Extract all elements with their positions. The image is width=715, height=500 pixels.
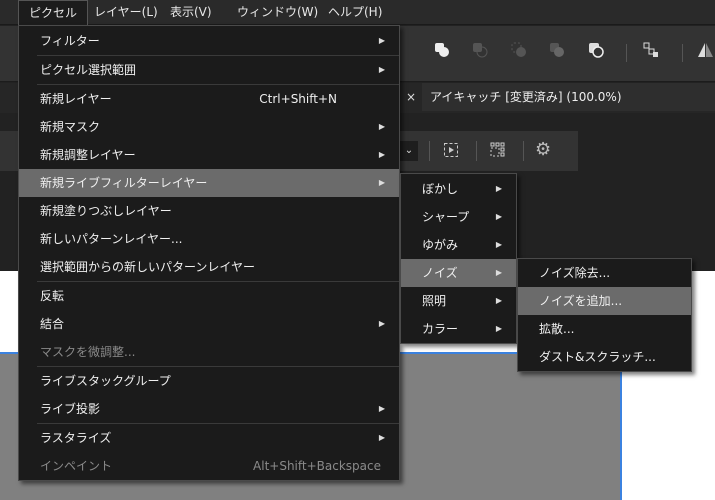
label: 結合	[40, 317, 65, 331]
menu-item-rasterize[interactable]: ラスタライズ ▶	[19, 424, 399, 452]
menu-item-denoise[interactable]: ノイズ除去...	[518, 259, 691, 287]
label: ノイズ	[422, 266, 458, 280]
menu-item-noise[interactable]: ノイズ ▶	[401, 259, 516, 287]
label: 新規塗りつぶしレイヤー	[40, 204, 172, 218]
boolean-add-icon[interactable]	[434, 42, 450, 58]
menu-item-blur[interactable]: ぼかし ▶	[401, 175, 516, 203]
menu-item-color[interactable]: カラー ▶	[401, 315, 516, 343]
menu-item-new-fill-layer[interactable]: 新規塗りつぶしレイヤー	[19, 197, 399, 225]
menu-window[interactable]: ウィンドウ(W)	[227, 0, 328, 25]
submenu-arrow-icon: ▶	[378, 65, 385, 74]
menu-view[interactable]: 表示(V)	[160, 0, 222, 25]
menu-item-lighting[interactable]: 照明 ▶	[401, 287, 516, 315]
menu-item-merge[interactable]: 結合 ▶	[19, 310, 399, 338]
menu-item-new-adjustment-layer[interactable]: 新規調整レイヤー ▶	[19, 141, 399, 169]
shortcut: Ctrl+Shift+N	[259, 92, 337, 106]
menu-pixel[interactable]: ピクセル	[18, 0, 89, 25]
menu-bar: ピクセル レイヤー(L) 表示(V) ウィンドウ(W) ヘルプ(H)	[0, 0, 715, 25]
label: ノイズを追加...	[539, 294, 623, 308]
submenu-arrow-icon: ▶	[378, 404, 385, 413]
dropdown-chevron-icon[interactable]: ⌄	[400, 141, 418, 161]
label: フィルター	[40, 34, 100, 48]
label: 新規調整レイヤー	[40, 148, 136, 162]
label: 新規ライブフィルターレイヤー	[40, 176, 208, 190]
label: ライブ投影	[40, 402, 101, 416]
menu-item-live-stack-group[interactable]: ライブスタックグループ	[19, 367, 399, 395]
transform-icon[interactable]	[443, 142, 459, 158]
menu-item-refine-mask: マスクを微調整...	[19, 338, 399, 366]
label: 新規レイヤー	[40, 92, 112, 106]
noise-submenu: ノイズ除去... ノイズを追加... 拡散... ダスト&スクラッチ...	[517, 258, 692, 372]
label: 照明	[422, 294, 447, 308]
submenu-arrow-icon: ▶	[378, 433, 385, 442]
pixel-menu: フィルター ▶ ピクセル選択範囲 ▶ 新規レイヤー Ctrl+Shift+N 新規マス…	[18, 25, 400, 481]
menu-item-diffuse[interactable]: 拡散...	[518, 315, 691, 343]
label: 反転	[40, 289, 65, 303]
label: 新規マスク	[40, 120, 101, 134]
submenu-arrow-icon: ▶	[495, 240, 502, 249]
label: シャープ	[422, 210, 470, 224]
label: ピクセル選択範囲	[40, 63, 137, 77]
document-tab[interactable]: アイキャッチ [変更済み] (100.0%)	[422, 83, 715, 111]
live-filter-submenu: ぼかし ▶ シャープ ▶ ゆがみ ▶ ノイズ ▶ 照明 ▶ カラー ▶	[400, 173, 517, 344]
menu-item-pixel-selection[interactable]: ピクセル選択範囲 ▶	[19, 56, 399, 84]
submenu-arrow-icon: ▶	[495, 324, 502, 333]
submenu-arrow-icon: ▶	[495, 268, 502, 277]
submenu-arrow-icon: ▶	[495, 184, 502, 193]
grid-select-icon[interactable]	[490, 142, 506, 158]
menu-item-new-mask[interactable]: 新規マスク ▶	[19, 113, 399, 141]
menu-item-dust-scratch[interactable]: ダスト&スクラッチ...	[518, 343, 691, 371]
menu-item-invert[interactable]: 反転	[19, 282, 399, 310]
boolean-subtract-icon[interactable]	[472, 42, 488, 58]
menu-item-filter[interactable]: フィルター ▶	[19, 27, 399, 55]
menu-item-sharpen[interactable]: シャープ ▶	[401, 203, 516, 231]
menu-item-distort[interactable]: ゆがみ ▶	[401, 231, 516, 259]
submenu-arrow-icon: ▶	[495, 212, 502, 221]
label: ぼかし	[422, 182, 459, 196]
menu-item-new-pattern-layer[interactable]: 新しいパターンレイヤー...	[19, 225, 399, 253]
label: ダスト&スクラッチ...	[539, 350, 656, 364]
menu-help[interactable]: ヘルプ(H)	[318, 0, 392, 25]
menu-layer[interactable]: レイヤー(L)	[84, 0, 168, 25]
label: マスクを微調整...	[40, 345, 136, 359]
submenu-arrow-icon: ▶	[378, 150, 385, 159]
label: カラー	[422, 322, 459, 336]
shortcut: Alt+Shift+Backspace	[253, 459, 381, 473]
submenu-arrow-icon: ▶	[378, 36, 385, 45]
menu-item-pattern-layer-from-selection[interactable]: 選択範囲からの新しいパターンレイヤー	[19, 253, 399, 281]
boolean-xor-icon[interactable]	[549, 42, 565, 58]
close-tab-icon[interactable]: ×	[400, 83, 422, 111]
menu-item-add-noise[interactable]: ノイズを追加...	[518, 287, 691, 315]
submenu-arrow-icon: ▶	[378, 319, 385, 328]
label: ライブスタックグループ	[40, 374, 171, 388]
label: ノイズ除去...	[539, 266, 611, 280]
arrange-icon[interactable]	[643, 42, 659, 58]
label: ラスタライズ	[40, 431, 112, 445]
menu-item-new-live-filter-layer[interactable]: 新規ライブフィルターレイヤー ▶	[19, 169, 399, 197]
submenu-arrow-icon: ▶	[378, 122, 385, 131]
submenu-arrow-icon: ▶	[495, 296, 502, 305]
flip-icon[interactable]	[697, 42, 713, 58]
submenu-arrow-icon: ▶	[378, 178, 385, 187]
menu-item-live-projection[interactable]: ライブ投影 ▶	[19, 395, 399, 423]
label: ゆがみ	[422, 238, 459, 252]
label: 選択範囲からの新しいパターンレイヤー	[40, 260, 256, 274]
boolean-divide-icon[interactable]	[588, 42, 604, 58]
label: 拡散...	[539, 322, 575, 336]
label: 新しいパターンレイヤー...	[40, 232, 183, 246]
menu-item-new-layer[interactable]: 新規レイヤー Ctrl+Shift+N	[19, 85, 399, 113]
settings-gear-icon[interactable]: ⚙	[535, 139, 551, 160]
menu-item-inpaint: インペイント Alt+Shift+Backspace	[19, 452, 399, 480]
boolean-intersect-icon[interactable]	[511, 42, 527, 58]
label: インペイント	[40, 459, 113, 473]
